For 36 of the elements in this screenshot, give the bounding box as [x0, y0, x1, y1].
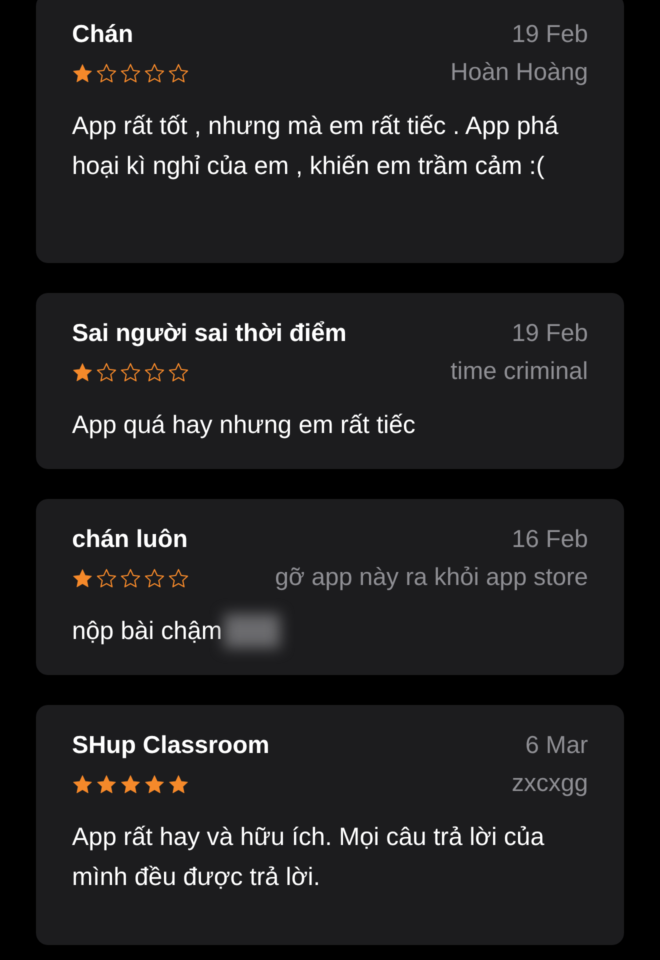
empty-star-icon [96, 62, 117, 84]
review-date: 6 Mar [525, 731, 588, 761]
review-author: gỡ app này ra khỏi app store [275, 563, 588, 593]
review-title: SHup Classroom [72, 731, 270, 761]
review-author: zxcxgg [512, 769, 588, 799]
review-date: 19 Feb [512, 319, 588, 349]
review-date: 19 Feb [512, 20, 588, 50]
filled-star-icon [120, 774, 141, 794]
empty-star-icon [120, 568, 141, 588]
review-text: App quá hay nhưng em rất tiếc [72, 410, 416, 441]
empty-star-icon [168, 62, 189, 84]
empty-star-icon [120, 362, 141, 382]
empty-star-icon [168, 568, 189, 588]
review-date: 16 Feb [512, 525, 588, 555]
empty-star-icon [96, 568, 117, 588]
filled-star-icon [168, 774, 189, 794]
empty-star-icon [120, 62, 141, 84]
review-text: nộp bài chậm [72, 616, 222, 647]
review-author: Hoàn Hoàng [450, 58, 588, 88]
review-title: chán luôn [72, 525, 188, 555]
empty-star-icon [144, 568, 165, 588]
empty-star-icon [96, 362, 117, 382]
filled-star-icon [144, 774, 165, 794]
review-title: Chán [72, 20, 134, 50]
filled-star-icon [72, 362, 93, 382]
filled-star-icon [72, 774, 93, 794]
review-author: time criminal [450, 357, 588, 387]
review-title: Sai người sai thời điểm [72, 319, 346, 349]
empty-star-icon [144, 62, 165, 84]
empty-star-icon [144, 362, 165, 382]
filled-star-icon [72, 62, 93, 84]
filled-star-icon [72, 568, 93, 588]
review-text: App rất hay và hữu ích. Mọi câu trả lời của mình đều được trả lời. [72, 822, 546, 893]
empty-star-icon [168, 362, 189, 382]
filled-star-icon [96, 774, 117, 794]
review-text: App rất tốt , nhưng mà em rất tiếc . App phá hoại kì nghỉ của em , khiến em trầm cảm :( [72, 111, 560, 182]
